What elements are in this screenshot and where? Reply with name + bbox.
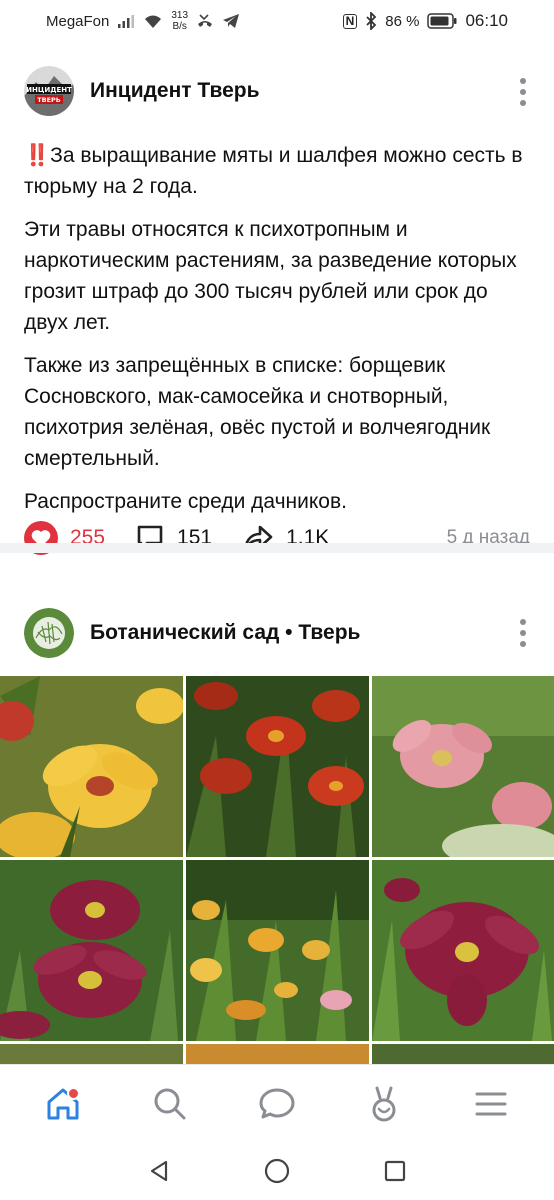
net-speed-unit: B/s <box>172 21 187 32</box>
author-name[interactable]: Ботанический сад • Тверь <box>90 621 360 645</box>
photo-yellow-garden[interactable] <box>186 860 369 1041</box>
net-speed: 313 B/s <box>171 10 188 32</box>
photo-burgundy-daylily[interactable] <box>372 860 554 1041</box>
photo-purple-daylily[interactable] <box>0 860 183 1041</box>
photo-row3-3[interactable] <box>372 1044 554 1064</box>
photo-gallery <box>0 676 554 1064</box>
bottom-tab-bar <box>0 1064 554 1142</box>
bluetooth-icon <box>366 12 377 30</box>
back-button[interactable] <box>139 1151 179 1191</box>
status-bar-left: MegaFon 313 B/s <box>46 10 240 32</box>
more-options-icon[interactable] <box>518 619 528 647</box>
missed-call-icon <box>198 14 213 27</box>
nfc-icon: N <box>342 13 358 29</box>
tab-home[interactable] <box>38 1079 88 1129</box>
double-exclamation-icon: ‼️ <box>24 144 50 167</box>
home-button[interactable] <box>257 1151 297 1191</box>
avatar[interactable] <box>24 608 74 658</box>
status-bar-right: N 86 % 06:10 <box>342 11 508 31</box>
post-paragraph-1: ‼️За выращивание мяты и шалфея можно сес… <box>24 144 523 198</box>
photo-row3-1[interactable] <box>0 1044 183 1064</box>
menu-icon <box>475 1092 507 1115</box>
photo-red-daylilies[interactable] <box>186 676 369 857</box>
recents-square-icon <box>384 1160 406 1182</box>
battery-icon <box>427 13 457 29</box>
search-icon <box>154 1088 186 1119</box>
post-botanical-garden: Ботанический сад • Тверь <box>0 583 554 683</box>
post-paragraph-3: Также из запрещённых в списке: борщевик … <box>24 354 491 470</box>
battery-percent: 86 % <box>385 12 420 30</box>
tab-clips[interactable] <box>359 1079 409 1129</box>
photo-pink-lilies[interactable] <box>372 676 554 857</box>
notification-badge <box>67 1086 81 1100</box>
tab-search[interactable] <box>145 1079 195 1129</box>
home-circle-icon <box>264 1158 290 1184</box>
post-text: ‼️За выращивание мяты и шалфея можно сес… <box>0 140 554 517</box>
post-paragraph-2: Эти травы относятся к психотропным и нар… <box>24 218 517 334</box>
clock: 06:10 <box>465 11 508 30</box>
telegram-icon <box>223 14 240 28</box>
avatar-logo-text-2: ТВЕРЬ <box>37 96 61 104</box>
carrier-label: MegaFon <box>46 12 110 30</box>
signal-icon <box>118 15 135 28</box>
post-header: ИНЦИДЕНТ ТВЕРЬ Инцидент Тверь <box>0 42 554 140</box>
more-options-icon[interactable] <box>518 78 528 106</box>
avatar[interactable]: ИНЦИДЕНТ ТВЕРЬ <box>24 66 74 116</box>
status-bar: MegaFon 313 B/s N 86 % 06:10 <box>0 0 554 42</box>
wifi-icon <box>145 15 162 28</box>
post-header: Ботанический сад • Тверь <box>0 583 554 683</box>
post-actions: 255 151 1,1K 5 д назад <box>0 512 554 564</box>
net-speed-value: 313 <box>171 10 189 21</box>
avatar-logo-text-1: ИНЦИДЕНТ <box>26 86 72 94</box>
clips-icon <box>372 1086 396 1121</box>
author-name[interactable]: Инцидент Тверь <box>90 79 260 103</box>
message-icon <box>259 1088 295 1118</box>
tab-messages[interactable] <box>252 1079 302 1129</box>
post-separator <box>0 543 554 553</box>
recents-button[interactable] <box>375 1151 415 1191</box>
photo-row3-2[interactable] <box>186 1044 369 1064</box>
system-navigation-bar <box>0 1142 554 1200</box>
back-triangle-icon <box>150 1160 168 1182</box>
photo-yellow-daylily[interactable] <box>0 676 183 857</box>
post-incident-tver: ИНЦИДЕНТ ТВЕРЬ Инцидент Тверь ‼️За выращ… <box>0 42 554 555</box>
tab-menu[interactable] <box>466 1079 516 1129</box>
